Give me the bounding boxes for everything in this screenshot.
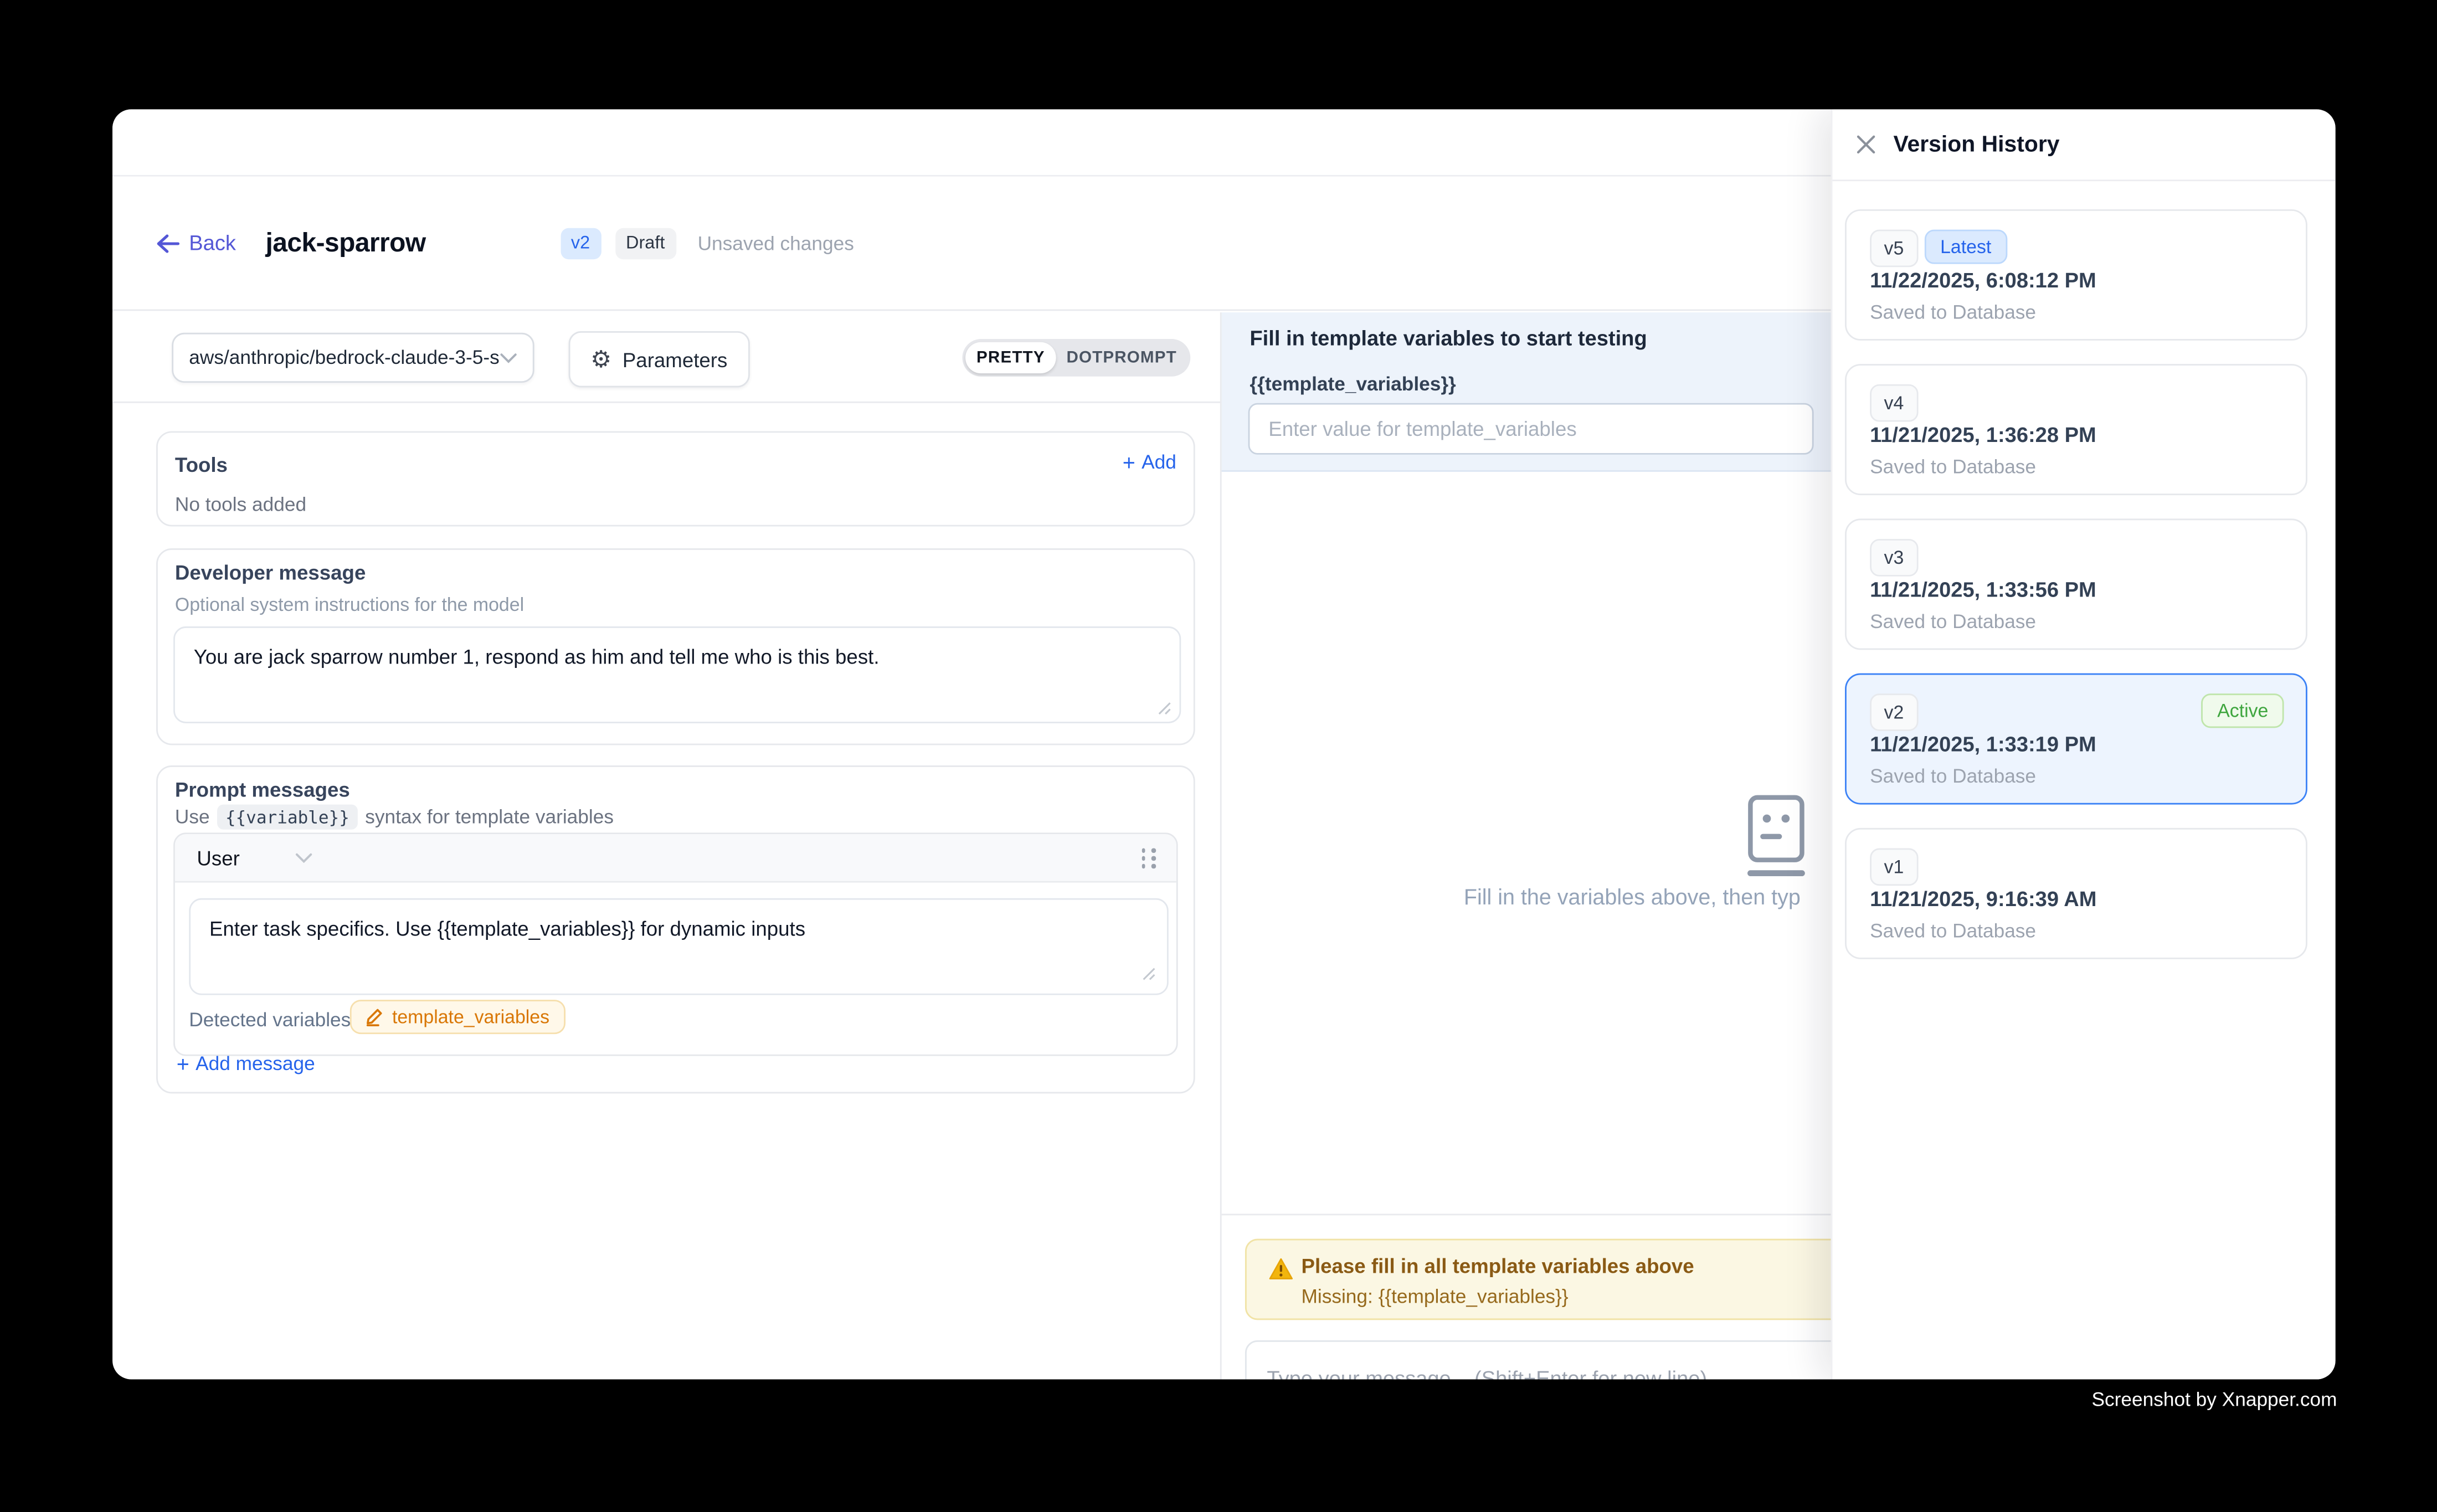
version-history-panel: Version History v5 Latest 11/22/2025, 6:… (1831, 109, 2336, 1379)
version-note: Saved to Database (1870, 301, 2036, 323)
window-topbar (112, 109, 1832, 176)
back-button[interactable]: Back (156, 231, 236, 254)
version-timestamp: 11/21/2025, 1:33:56 PM (1870, 578, 2096, 601)
template-variables-title: Fill in template variables to start test… (1250, 326, 1647, 349)
add-message-button[interactable]: + Add message (177, 1053, 315, 1074)
detected-variable-name: template_variables (392, 1006, 549, 1027)
version-note: Saved to Database (1870, 765, 2036, 787)
playground-window: Back jack-sparrow v2 Draft Unsaved chang… (112, 109, 2336, 1379)
empty-state-hint: Fill in the variables above, then typ (1464, 884, 1801, 909)
developer-message-panel: Developer message Optional system instru… (156, 548, 1195, 745)
chevron-down-icon (500, 352, 517, 363)
version-timestamp: 11/22/2025, 6:08:12 PM (1870, 269, 2096, 292)
view-mode-toggle: PRETTY DOTPROMPT (962, 339, 1190, 377)
model-select[interactable]: aws/anthropic/bedrock-claude-3-5-s... (172, 333, 534, 383)
close-icon[interactable] (1856, 135, 1876, 155)
version-card-v4[interactable]: v4 11/21/2025, 1:36:28 PM Saved to Datab… (1845, 364, 2307, 495)
hint-prefix: Use (175, 806, 210, 827)
version-label: v2 (1870, 693, 1918, 731)
missing-variables-warning: Please fill in all template variables ab… (1245, 1239, 1848, 1320)
detected-variable-chip[interactable]: template_variables (350, 1000, 565, 1034)
message-role-bar: User (175, 834, 1176, 882)
role-select-value: User (197, 846, 239, 869)
variable-code-chip: {{variable}} (218, 805, 357, 830)
editor-toolbar: aws/anthropic/bedrock-claude-3-5-s... ⚙ … (112, 312, 1222, 403)
chat-message-input[interactable] (1245, 1340, 1848, 1380)
gear-icon: ⚙ (590, 348, 611, 371)
version-note: Saved to Database (1870, 611, 2036, 632)
version-badge: v2 (560, 227, 601, 258)
version-timestamp: 11/21/2025, 1:36:28 PM (1870, 423, 2096, 446)
version-note: Saved to Database (1870, 920, 2036, 942)
parameters-label: Parameters (623, 348, 728, 371)
developer-message-input[interactable]: You are jack sparrow number 1, respond a… (173, 626, 1181, 723)
role-select[interactable]: User (197, 846, 313, 869)
hint-suffix: syntax for template variables (365, 806, 614, 827)
parameters-button[interactable]: ⚙ Parameters (569, 331, 749, 388)
version-card-v1[interactable]: v1 11/21/2025, 9:16:39 AM Saved to Datab… (1845, 828, 2307, 959)
plus-icon: + (177, 1053, 189, 1074)
developer-message-subtitle: Optional system instructions for the mod… (175, 594, 524, 615)
tools-title: Tools (175, 453, 228, 476)
toggle-pretty[interactable]: PRETTY (965, 342, 1056, 373)
developer-message-title: Developer message (175, 561, 366, 584)
version-note: Saved to Database (1870, 456, 2036, 478)
pane-divider (1220, 312, 1222, 1379)
plus-icon: + (1123, 451, 1135, 473)
watermark-text: Screenshot by Xnapper.com (0, 1388, 2337, 1410)
message-block: User Enter task specifics. Use {{templat… (173, 832, 1178, 1056)
version-timestamp: 11/21/2025, 1:33:19 PM (1870, 733, 2096, 756)
scaled-viewport: Back jack-sparrow v2 Draft Unsaved chang… (0, 0, 2437, 1512)
page-title: jack-sparrow (266, 227, 426, 258)
version-card-v2[interactable]: v2 Active 11/21/2025, 1:33:19 PM Saved t… (1845, 673, 2307, 805)
screenshot-background: { "icons": { "plus": "+", "gear": "⚙" },… (0, 0, 2437, 1512)
detected-variables-label: Detected variables: (189, 1009, 356, 1031)
bot-face-icon (1746, 794, 1806, 886)
add-tool-button[interactable]: + Add (1123, 451, 1176, 473)
version-history-header: Version History (1832, 109, 2335, 181)
back-label: Back (189, 231, 236, 254)
drag-handle-icon[interactable] (1142, 848, 1156, 870)
version-history-title: Version History (1893, 132, 2059, 157)
version-card-v5[interactable]: v5 Latest 11/22/2025, 6:08:12 PM Saved t… (1845, 209, 2307, 341)
tools-empty-text: No tools added (175, 493, 306, 515)
prompt-messages-title: Prompt messages (175, 778, 350, 801)
tools-panel: Tools + Add No tools added (156, 431, 1195, 526)
template-variable-input[interactable] (1248, 403, 1814, 455)
version-timestamp: 11/21/2025, 9:16:39 AM (1870, 887, 2096, 911)
pencil-line-icon (366, 1007, 384, 1026)
model-select-value: aws/anthropic/bedrock-claude-3-5-s... (189, 347, 500, 368)
toggle-dotprompt[interactable]: DOTPROMPT (1056, 342, 1187, 373)
add-tool-label: Add (1142, 451, 1176, 473)
version-label: v4 (1870, 384, 1918, 422)
chevron-down-icon (296, 852, 313, 863)
user-message-input[interactable]: Enter task specifics. Use {{template_var… (189, 898, 1168, 995)
warning-icon (1268, 1258, 1293, 1289)
warning-detail: Missing: {{template_variables}} (1301, 1285, 1568, 1307)
version-list: v5 Latest 11/22/2025, 6:08:12 PM Saved t… (1845, 209, 2307, 983)
latest-badge: Latest (1925, 230, 2007, 264)
prompt-messages-panel: Prompt messages Use {{variable}} syntax … (156, 765, 1195, 1093)
arrow-left-icon (156, 234, 179, 253)
status-badge: Draft (615, 227, 676, 258)
template-variables-header: Fill in template variables to start test… (1222, 312, 1854, 472)
prompt-header: Back jack-sparrow v2 Draft Unsaved chang… (112, 177, 1832, 311)
add-message-label: Add message (196, 1053, 315, 1074)
version-label: v3 (1870, 539, 1918, 577)
warning-title: Please fill in all template variables ab… (1301, 1254, 1694, 1278)
unsaved-changes-label: Unsaved changes (698, 232, 854, 254)
version-label: v1 (1870, 848, 1918, 886)
variable-syntax-hint: Use {{variable}} syntax for template var… (175, 805, 614, 830)
template-variable-label: {{template_variables}} (1250, 373, 1456, 395)
version-label: v5 (1870, 230, 1918, 268)
version-card-v3[interactable]: v3 11/21/2025, 1:33:56 PM Saved to Datab… (1845, 518, 2307, 650)
active-badge: Active (2202, 693, 2284, 728)
